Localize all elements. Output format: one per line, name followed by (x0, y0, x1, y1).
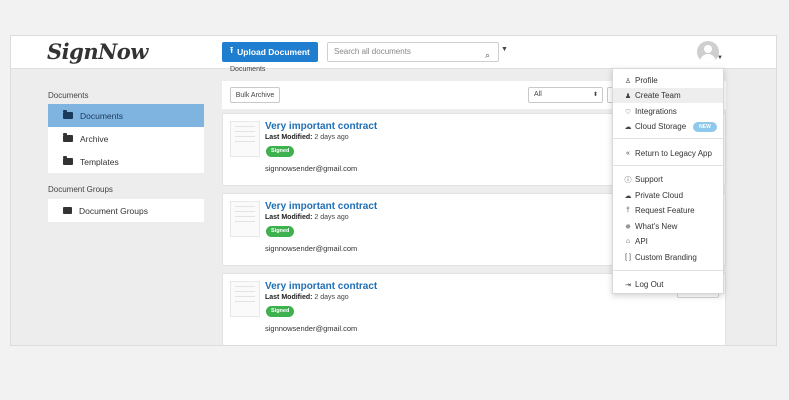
sidebar-groups-panel: Document Groups (48, 199, 204, 222)
sidebar-heading-document-groups: Document Groups (48, 185, 113, 194)
document-sender-email: signnowsender@gmail.com (265, 244, 358, 253)
search-input[interactable]: Search all documents ⌕ (327, 42, 499, 62)
search-placeholder: Search all documents (334, 47, 411, 56)
search-options-chevron-down-icon[interactable]: ▼ (501, 46, 508, 53)
upload-document-label: Upload Document (237, 47, 310, 57)
sparkle-icon: ✵ (625, 223, 631, 231)
menu-item-label: Create Team (635, 91, 681, 100)
menu-item-label: Support (635, 175, 664, 184)
upload-document-button[interactable]: ⭱ Upload Document (222, 42, 318, 62)
menu-item-return-to-legacy-app[interactable]: « Return to Legacy App (613, 146, 723, 161)
avatar[interactable] (697, 41, 719, 63)
folder-icon (63, 156, 73, 165)
plug-icon: ♡ (624, 108, 632, 116)
menu-item-label: Profile (635, 76, 658, 85)
avatar-body (700, 54, 716, 63)
document-modified: Last Modified: 2 days ago (265, 294, 349, 301)
filter-value: All (534, 91, 542, 98)
breadcrumb[interactable]: Documents (230, 66, 265, 73)
document-sender-email: signnowsender@gmail.com (265, 164, 358, 173)
sidebar-documents-panel: Documents Archive Templates (48, 104, 204, 173)
logout-icon: ⇥ (625, 281, 631, 289)
menu-item-label: Return to Legacy App (635, 149, 712, 158)
modified-value: 2 days ago (314, 294, 349, 301)
team-icon: ♟ (624, 92, 632, 100)
menu-item-whats-new[interactable]: ✵ What's New (613, 219, 723, 234)
avatar-chevron-down-icon[interactable]: ▼ (717, 55, 723, 61)
document-title[interactable]: Very important contract (265, 201, 377, 212)
menu-item-label: Private Cloud (635, 191, 684, 200)
menu-item-support[interactable]: ⓘ Support (613, 172, 723, 187)
upload-icon: ⭱ (230, 45, 234, 55)
menu-item-cloud-storage[interactable]: ☁ Cloud Storage NEW (613, 119, 723, 134)
lightbulb-icon: † (626, 207, 630, 214)
filter-select[interactable]: All ⬍ (528, 87, 603, 103)
menu-item-integrations[interactable]: ♡ Integrations (613, 104, 723, 119)
sidebar-item-label: Document Groups (79, 205, 148, 216)
user-dropdown-menu: ♙ Profile ♟ Create Team ♡ Integrations ☁ Clo… (612, 68, 724, 294)
menu-item-label: Cloud Storage (635, 122, 687, 131)
logo[interactable]: SignNow (47, 39, 148, 64)
status-badge: Signed (266, 306, 295, 317)
status-badge: Signed (266, 146, 295, 157)
sidebar-heading-documents: Documents (48, 91, 89, 100)
document-thumbnail[interactable] (230, 121, 260, 157)
top-bar: SignNow ⭱ Upload Document Search all doc… (11, 36, 776, 69)
cloud-icon: ☁ (624, 123, 632, 131)
modified-value: 2 days ago (314, 214, 349, 221)
new-badge: NEW (693, 121, 717, 132)
document-thumbnail[interactable] (230, 281, 260, 317)
menu-item-api[interactable]: ⌂ API (613, 234, 723, 249)
menu-item-label: Request Feature (635, 206, 695, 215)
avatar-head (704, 45, 712, 53)
menu-divider (613, 138, 723, 139)
document-modified: Last Modified: 2 days ago (265, 134, 349, 141)
document-title[interactable]: Very important contract (265, 281, 377, 292)
menu-item-label: Log Out (635, 280, 664, 289)
menu-item-create-team[interactable]: ♟ Create Team (613, 88, 723, 103)
sidebar-item-templates[interactable]: Templates (48, 150, 204, 173)
menu-item-label: Custom Branding (635, 253, 697, 262)
document-thumbnail[interactable] (230, 201, 260, 237)
briefcase-icon (63, 207, 72, 214)
document-sender-email: signnowsender@gmail.com (265, 324, 358, 333)
folder-icon (63, 133, 73, 142)
select-arrows-icon: ⬍ (592, 92, 598, 98)
modified-value: 2 days ago (314, 134, 349, 141)
menu-item-private-cloud[interactable]: ☁ Private Cloud (613, 188, 723, 203)
menu-divider (613, 270, 723, 271)
double-chevron-left-icon: « (626, 150, 630, 157)
api-icon: ⌂ (625, 238, 631, 245)
sidebar-item-archive[interactable]: Archive (48, 127, 204, 150)
document-title[interactable]: Very important contract (265, 121, 377, 132)
menu-item-request-feature[interactable]: † Request Feature (613, 203, 723, 218)
cloud-icon: ☁ (624, 192, 632, 200)
folder-open-icon (63, 110, 73, 119)
menu-item-log-out[interactable]: ⇥ Log Out (613, 277, 723, 292)
sidebar-item-label: Templates (80, 156, 119, 167)
menu-divider (613, 165, 723, 166)
bulk-archive-button[interactable]: Bulk Archive (230, 87, 280, 103)
sidebar-item-label: Documents (80, 110, 123, 121)
modified-label: Last Modified: (265, 214, 313, 221)
status-badge: Signed (266, 226, 295, 237)
menu-item-custom-branding[interactable]: [ ] Custom Branding (613, 250, 723, 265)
menu-item-profile[interactable]: ♙ Profile (613, 73, 723, 88)
modified-label: Last Modified: (265, 294, 313, 301)
menu-item-label: API (635, 237, 648, 246)
menu-item-label: What's New (635, 222, 678, 231)
sidebar-item-label: Archive (80, 133, 109, 144)
menu-item-label: Integrations (635, 107, 677, 116)
brackets-icon: [ ] (625, 254, 631, 261)
search-icon[interactable]: ⌕ (485, 46, 490, 64)
document-modified: Last Modified: 2 days ago (265, 214, 349, 221)
modified-label: Last Modified: (265, 134, 313, 141)
info-icon: ⓘ (624, 176, 632, 184)
sidebar-item-document-groups[interactable]: Document Groups (48, 199, 204, 222)
person-icon: ♙ (624, 77, 632, 85)
sidebar-item-documents[interactable]: Documents (48, 104, 204, 127)
